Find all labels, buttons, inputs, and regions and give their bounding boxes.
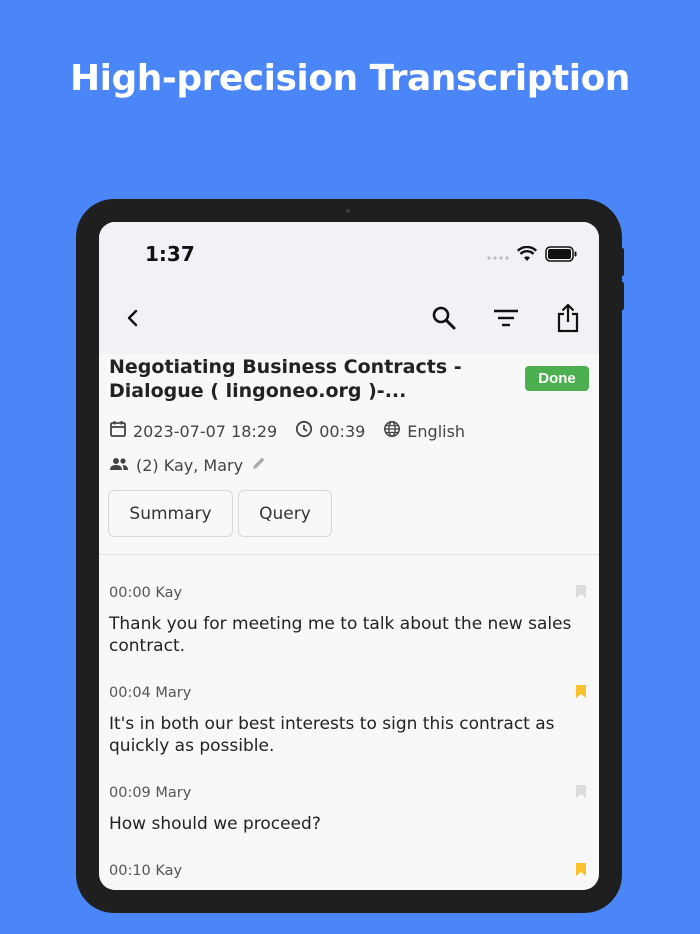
- language-text: English: [407, 421, 466, 441]
- segment-speaker: Kay: [155, 863, 183, 879]
- segment-speaker: Mary: [155, 785, 192, 801]
- recording-title: Negotiating Business Contracts - Dialogu…: [109, 356, 462, 402]
- meta-language: English: [383, 420, 465, 442]
- transcript-segment[interactable]: 00:10 Kay: [109, 861, 589, 881]
- filter-icon[interactable]: [490, 302, 522, 334]
- bookmark-icon[interactable]: [575, 584, 587, 603]
- segment-text: It's in both our best interests to sign …: [109, 714, 555, 756]
- status-time: 1:37: [145, 242, 195, 266]
- summary-button[interactable]: Summary: [108, 490, 233, 537]
- speakers-row: (2) Kay, Mary: [109, 455, 267, 475]
- segment-speaker: Kay: [155, 585, 183, 601]
- segment-text: How should we proceed?: [109, 814, 321, 834]
- meta-date: 2023-07-07 18:29: [109, 420, 277, 442]
- transcript-segment[interactable]: 00:00 Kay Thank you for meeting me to ta…: [109, 583, 589, 657]
- calendar-icon: [109, 420, 133, 442]
- signal-dots-icon: [487, 248, 509, 266]
- bookmark-icon[interactable]: [575, 684, 587, 703]
- search-icon[interactable]: [428, 302, 460, 334]
- volume-button-bottom: [620, 282, 624, 310]
- camera: [346, 209, 350, 213]
- segment-time: 00:04: [109, 685, 151, 701]
- clock-icon: [295, 420, 319, 442]
- volume-button-top: [620, 248, 624, 276]
- battery-icon: [545, 246, 577, 267]
- people-icon: [109, 456, 129, 475]
- bookmark-icon[interactable]: [575, 784, 587, 803]
- duration-text: 00:39: [319, 421, 366, 441]
- transcript-segment[interactable]: 00:04 Mary It's in both our best interes…: [109, 683, 589, 757]
- bookmark-icon[interactable]: [575, 862, 587, 881]
- segment-time: 00:09: [109, 785, 151, 801]
- globe-icon: [383, 420, 407, 442]
- nav-bar: [99, 282, 599, 354]
- segment-speaker: Mary: [155, 685, 192, 701]
- chevron-left-icon[interactable]: [117, 302, 149, 334]
- share-icon[interactable]: [552, 302, 584, 334]
- segment-text: Thank you for meeting me to talk about t…: [109, 614, 572, 656]
- status-icons: [487, 245, 577, 267]
- recording-meta: 2023-07-07 18:29 00:39 English: [109, 420, 483, 442]
- status-bar: 1:37: [99, 222, 599, 282]
- query-button[interactable]: Query: [238, 490, 332, 537]
- meta-duration: 00:39: [295, 420, 365, 442]
- divider: [99, 554, 599, 555]
- headline: High-precision Transcription: [70, 58, 630, 99]
- transcript-segment[interactable]: 00:09 Mary How should we proceed?: [109, 783, 589, 835]
- segment-time: 00:00: [109, 585, 151, 601]
- date-text: 2023-07-07 18:29: [133, 421, 278, 441]
- speakers-text: (2) Kay, Mary: [136, 455, 244, 475]
- segment-time: 00:10: [109, 863, 151, 879]
- wifi-icon: [516, 245, 538, 267]
- app-screen: 1:37 Negotiating Business Contracts - Di: [99, 222, 599, 890]
- status-badge: Done: [525, 366, 589, 391]
- pencil-icon[interactable]: [251, 455, 267, 475]
